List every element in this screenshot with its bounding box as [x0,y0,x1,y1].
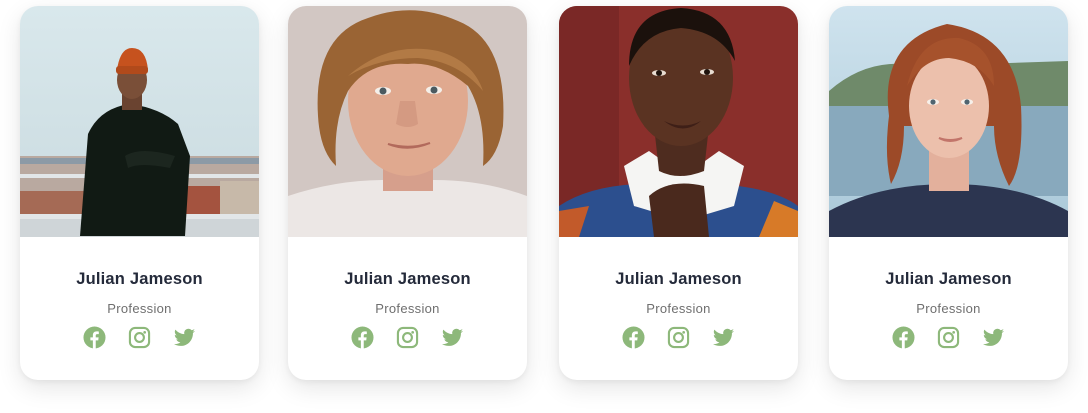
social-links [20,326,259,350]
instagram-icon[interactable] [937,326,960,349]
instagram-icon[interactable] [128,326,151,349]
team-card: Julian Jameson Profession [20,6,259,380]
member-name: Julian Jameson [885,270,1012,288]
social-links [559,326,798,350]
member-name: Julian Jameson [344,270,471,288]
team-card: Julian Jameson Profession [288,6,527,380]
twitter-icon[interactable] [441,326,464,349]
member-photo [829,6,1068,237]
member-photo [288,6,527,237]
twitter-icon[interactable] [982,326,1005,349]
facebook-icon[interactable] [83,326,106,349]
instagram-icon[interactable] [667,326,690,349]
social-links [829,326,1068,350]
team-card: Julian Jameson Profession [559,6,798,380]
member-photo [20,6,259,237]
member-name: Julian Jameson [76,270,203,288]
member-profession: Profession [375,301,440,316]
twitter-icon[interactable] [173,326,196,349]
twitter-icon[interactable] [712,326,735,349]
member-profession: Profession [646,301,711,316]
member-profession: Profession [916,301,981,316]
member-name: Julian Jameson [615,270,742,288]
member-photo [559,6,798,237]
facebook-icon[interactable] [892,326,915,349]
member-profession: Profession [107,301,172,316]
facebook-icon[interactable] [351,326,374,349]
facebook-icon[interactable] [622,326,645,349]
social-links [288,326,527,350]
team-grid: Julian Jameson Profession Julian Jameson… [0,0,1088,413]
instagram-icon[interactable] [396,326,419,349]
team-card: Julian Jameson Profession [829,6,1068,380]
